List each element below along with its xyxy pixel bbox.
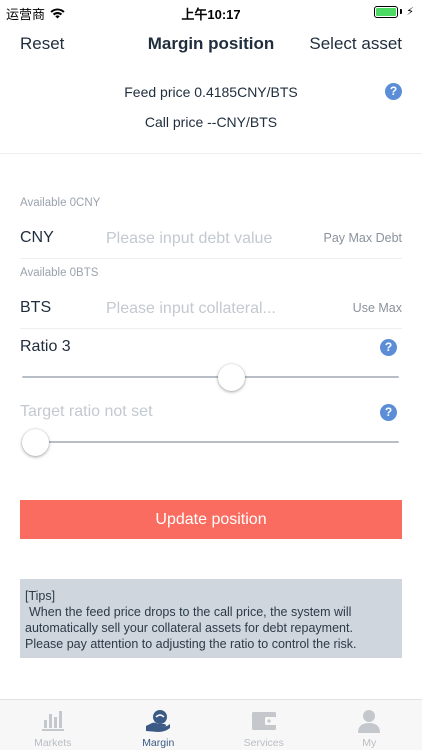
collateral-field-row: BTS Use Max [20, 289, 402, 329]
tab-my[interactable]: My [317, 700, 422, 750]
price-info: Feed price 0.4185CNY/BTS Call price --CN… [0, 66, 422, 154]
hand-coin-icon [146, 710, 171, 732]
chart-bars-icon [41, 711, 64, 731]
collateral-input[interactable] [106, 295, 306, 323]
status-time: 上午10:17 [181, 7, 241, 22]
tips-heading: [Tips] [25, 589, 56, 603]
tab-services-label: Services [243, 737, 284, 749]
use-max-button[interactable]: Use Max [353, 301, 402, 315]
target-ratio-slider-thumb[interactable] [22, 429, 49, 456]
pay-max-debt-button[interactable]: Pay Max Debt [323, 231, 402, 245]
charging-icon: ⚡ [406, 6, 414, 18]
price-help-icon[interactable]: ? [385, 83, 402, 100]
nav-bar: Reset Margin position Select asset [0, 22, 422, 66]
battery-icon: ⚡ [374, 5, 414, 18]
tab-markets-label: Markets [34, 737, 72, 749]
person-icon [358, 710, 381, 733]
target-ratio-label: Target ratio not set [20, 403, 153, 420]
ratio-label: Ratio 3 [20, 338, 71, 355]
reset-button[interactable]: Reset [20, 34, 64, 54]
tab-margin-label: Margin [142, 737, 175, 749]
tips-text-line: Please pay attention to adjusting the ra… [25, 637, 357, 651]
tab-my-label: My [362, 737, 377, 749]
available-debt-label: Available 0CNY [20, 197, 101, 209]
tab-markets[interactable]: Markets [0, 700, 106, 750]
tips-text-line: When the feed price drops to the call pr… [29, 605, 352, 619]
ratio-help-icon[interactable]: ? [380, 339, 397, 356]
feed-price: Feed price 0.4185CNY/BTS [124, 84, 298, 100]
tab-services[interactable]: Services [211, 700, 317, 750]
debt-field-row: CNY Pay Max Debt [20, 219, 402, 259]
tab-bar: Markets Margin Services My [0, 699, 422, 750]
update-position-button[interactable]: Update position [20, 500, 402, 539]
ratio-slider[interactable] [22, 362, 399, 392]
available-collateral-label: Available 0BTS [20, 267, 99, 279]
debt-input[interactable] [106, 225, 306, 253]
target-ratio-help-icon[interactable]: ? [380, 404, 397, 421]
ratio-slider-thumb[interactable] [218, 364, 245, 391]
margin-position-screen: 运营商 上午10:17 ⚡ Reset Margin position Sele… [0, 0, 422, 750]
debt-unit-label: CNY [20, 229, 54, 246]
tab-margin[interactable]: Margin [106, 700, 212, 750]
target-ratio-slider[interactable] [22, 427, 399, 457]
call-price: Call price --CNY/BTS [144, 114, 278, 130]
wallet-icon [251, 712, 276, 730]
status-bar: 运营商 上午10:17 ⚡ [0, 0, 422, 22]
tips-box: [Tips] When the feed price drops to the … [20, 579, 402, 658]
tips-text-line: automatically sell your collateral asset… [25, 621, 353, 635]
target-ratio-slider-track[interactable] [22, 441, 399, 443]
select-asset-button[interactable]: Select asset [309, 34, 402, 54]
ratio-slider-track[interactable] [22, 376, 399, 378]
collateral-unit-label: BTS [20, 299, 52, 316]
